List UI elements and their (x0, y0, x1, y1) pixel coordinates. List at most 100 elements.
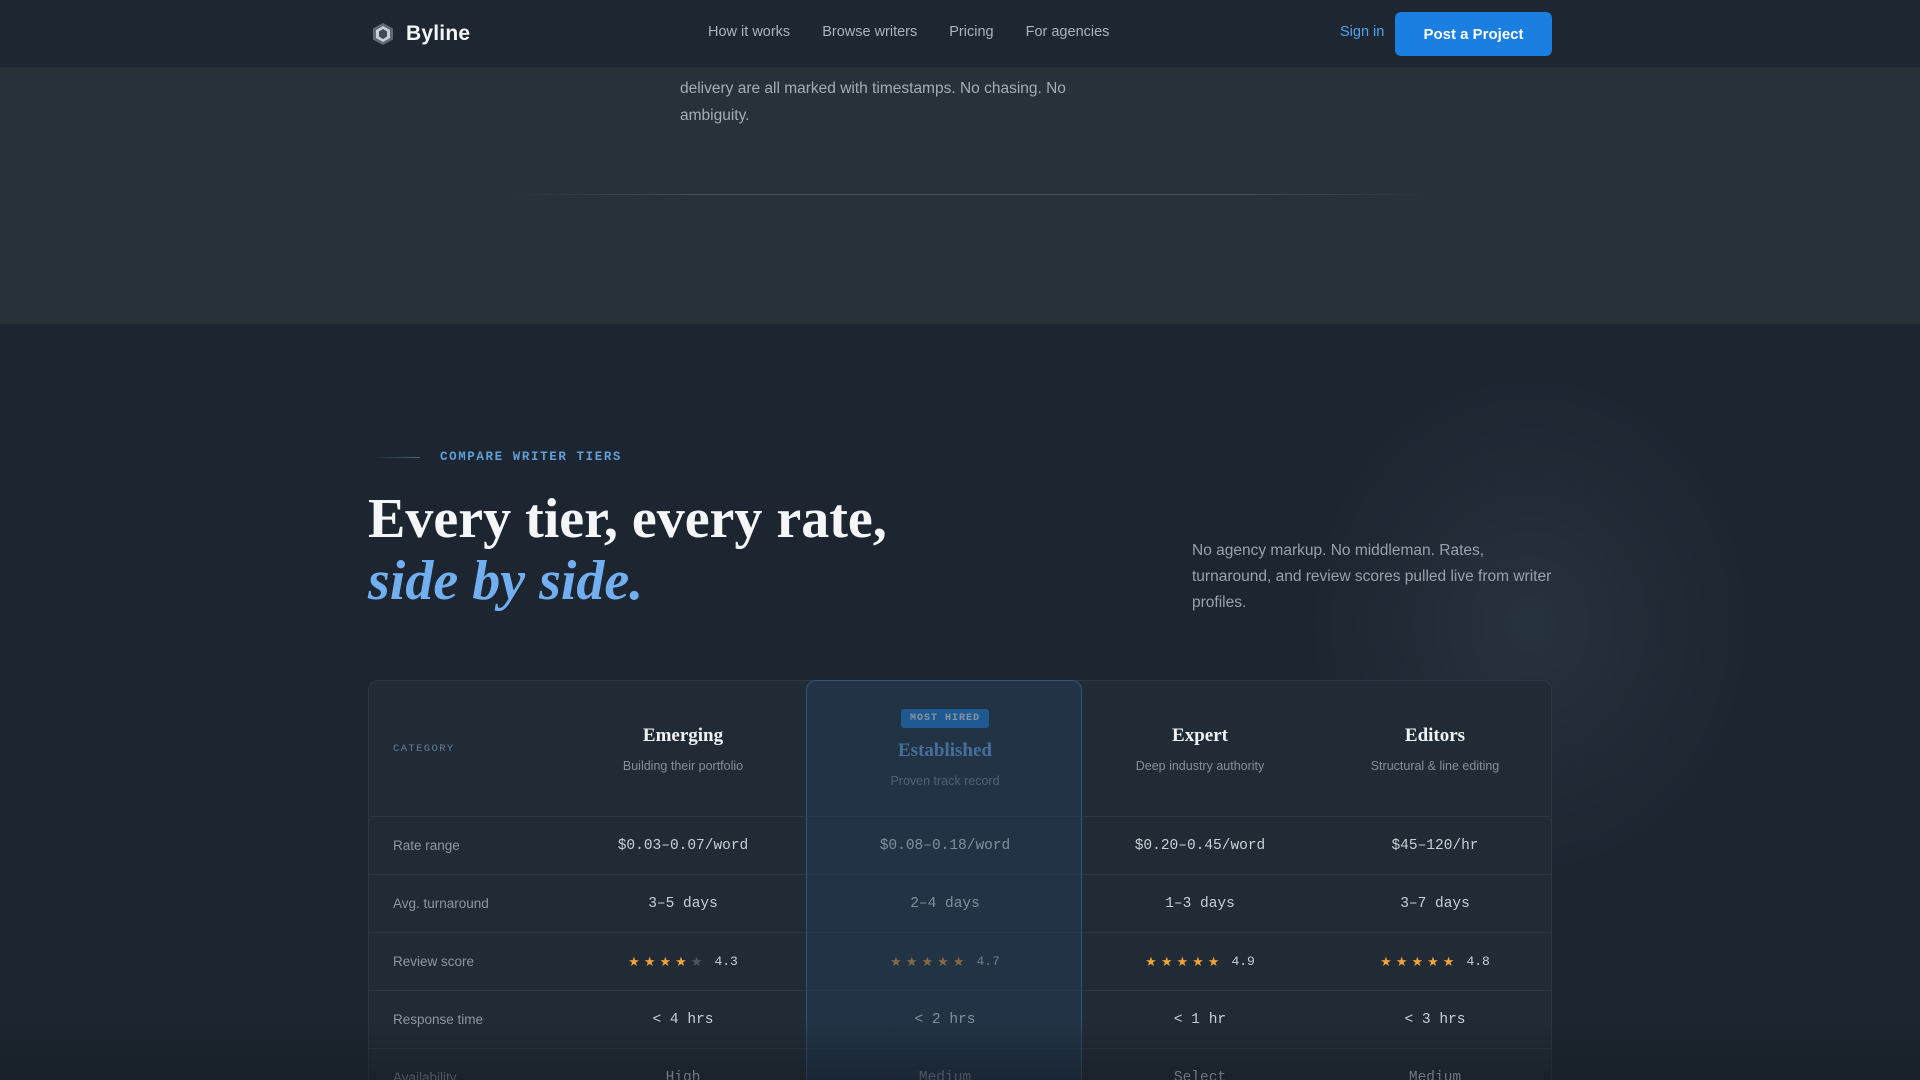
row-label-cell: Availability (369, 1049, 559, 1080)
row-label: Response time (393, 1012, 484, 1027)
star-empty-icon: ★ (690, 954, 703, 969)
star-rating: ★ ★ ★ ★ ★ 4.8 (1380, 954, 1490, 969)
eyebrow: COMPARE WRITER TIERS (372, 450, 622, 464)
brand-name: Byline (406, 22, 471, 45)
row-label: Rate range (393, 838, 460, 853)
tier-subtitle: Deep industry authority (1135, 758, 1265, 773)
table-cell: < 1 hr (1083, 991, 1317, 1048)
table-cell: $45–120/hr (1317, 817, 1551, 874)
table-header: CATEGORY Emerging Building their portfol… (369, 681, 1551, 817)
table-cell: < 2 hrs (807, 991, 1083, 1048)
table-cell: 3–7 days (1317, 875, 1551, 932)
row-label-cell: Avg. turnaround (369, 875, 559, 932)
row-label: Review score (393, 954, 475, 969)
table-cell: ★ ★ ★ ★ ★ 4.3 (559, 933, 807, 990)
star-filled-icon: ★ (1427, 954, 1439, 969)
star-rating: ★ ★ ★ ★ ★ 4.3 (628, 954, 738, 969)
cell-value: High (665, 1069, 701, 1080)
star-filled-icon: ★ (1395, 954, 1408, 969)
table-cell: 1–3 days (1083, 875, 1317, 932)
table-cell: High (559, 1049, 807, 1080)
star-rating: ★ ★ ★ ★ ★ 4.7 (890, 954, 1000, 969)
tier-header-expert: Expert Deep industry authority (1083, 681, 1317, 816)
sign-in-link[interactable]: Sign in (1340, 24, 1384, 40)
nav-link-browse-writers[interactable]: Browse writers (822, 24, 917, 40)
tier-name: Expert (1172, 724, 1228, 746)
table-cell: ★ ★ ★ ★ ★ 4.8 (1317, 933, 1551, 990)
tier-header-editors: Editors Structural & line editing (1317, 681, 1551, 816)
table-cell: 2–4 days (807, 875, 1083, 932)
table-cell: $0.03–0.07/word (559, 817, 807, 874)
eyebrow-line (372, 456, 420, 458)
tier-header-emerging: Emerging Building their portfolio (559, 681, 807, 816)
side-note: No agency markup. No middleman. Rates, t… (1192, 542, 1552, 611)
nav-link-for-agencies[interactable]: For agencies (1026, 24, 1110, 40)
headline-line-1: Every tier, every rate, (368, 488, 887, 550)
table-cell: 3–5 days (559, 875, 807, 932)
star-filled-icon: ★ (921, 954, 934, 969)
star-filled-icon: ★ (643, 954, 656, 969)
tier-name: Editors (1404, 724, 1466, 746)
cell-value: 3–5 days (648, 895, 718, 912)
section-headline: Every tier, every rate, side by side. (368, 488, 887, 612)
cell-value: < 2 hrs (914, 1011, 976, 1028)
star-filled-icon: ★ (1176, 954, 1189, 969)
headline-line-2: side by side. (368, 550, 644, 612)
star-filled-icon: ★ (1145, 954, 1157, 969)
star-filled-icon: ★ (628, 954, 640, 969)
star-filled-icon: ★ (952, 954, 965, 969)
tier-subtitle: Building their portfolio (622, 758, 744, 773)
how-it-works-section: delivery are all marked with timestamps.… (0, 68, 1920, 324)
star-filled-icon: ★ (1207, 954, 1220, 969)
star-filled-icon: ★ (1380, 954, 1392, 969)
review-score: 4.9 (1231, 954, 1255, 969)
star-rating: ★ ★ ★ ★ ★ 4.9 (1145, 954, 1255, 969)
table-cell: ★ ★ ★ ★ ★ 4.9 (1083, 933, 1317, 990)
section-paragraph: delivery are all marked with timestamps.… (680, 80, 1066, 124)
cell-value: $0.08–0.18/word (879, 837, 1011, 854)
table-row: Rate range $0.03–0.07/word $0.08–0.18/word… (369, 817, 1551, 875)
tier-subtitle: Proven track record (890, 774, 1000, 788)
cell-value: Medium (1408, 1069, 1462, 1080)
most-hired-badge: MOST HIRED (900, 709, 989, 728)
review-score: 4.3 (714, 954, 738, 969)
cell-value: $0.03–0.07/word (617, 837, 749, 854)
star-filled-icon: ★ (1442, 954, 1455, 969)
cell-value: 1–3 days (1165, 895, 1235, 912)
row-label-cell: Response time (369, 991, 559, 1048)
row-label: Avg. turnaround (393, 896, 489, 911)
tier-name: Emerging (642, 724, 724, 746)
row-label-cell: Review score (369, 933, 559, 990)
nav-link-how-it-works[interactable]: How it works (708, 24, 790, 40)
cell-value: < 4 hrs (652, 1011, 714, 1028)
row-label: Availability (393, 1070, 457, 1080)
table-cell: Medium (807, 1049, 1083, 1080)
cell-value: 3–7 days (1400, 895, 1470, 912)
table-cell: < 4 hrs (559, 991, 807, 1048)
star-filled-icon: ★ (890, 954, 902, 969)
table-cell: Select (1083, 1049, 1317, 1080)
row-label-cell: Rate range (369, 817, 559, 874)
cell-value: Medium (918, 1069, 972, 1080)
hexagon-badge-icon (373, 23, 393, 45)
star-filled-icon: ★ (1160, 954, 1173, 969)
table-cell: ★ ★ ★ ★ ★ 4.7 (807, 933, 1083, 990)
table-cell: < 3 hrs (1317, 991, 1551, 1048)
tier-header-established: MOST HIRED Established Proven track reco… (807, 681, 1083, 816)
tier-comparison-table: CATEGORY Emerging Building their portfol… (368, 680, 1552, 1080)
table-cell: $0.20–0.45/word (1083, 817, 1317, 874)
eyebrow-text: COMPARE WRITER TIERS (440, 450, 623, 464)
brand[interactable]: Byline (372, 20, 470, 48)
star-filled-icon: ★ (937, 954, 949, 969)
table-row: Review score ★ ★ ★ ★ ★ 4.3 ★ ★ ★ ★ ★ 4.7 ★ ★ ★ ★ ★ 4.9 ★ ★ ★ ★… (369, 933, 1551, 991)
table-cell: $0.08–0.18/word (807, 817, 1083, 874)
nav-links: How it works Browse writers Pricing For … (708, 24, 1109, 40)
star-filled-icon: ★ (1192, 954, 1204, 969)
review-score: 4.8 (1466, 954, 1490, 969)
post-project-button[interactable]: Post a Project (1395, 12, 1552, 56)
cell-value: < 3 hrs (1404, 1011, 1466, 1028)
section-divider (510, 194, 1430, 195)
category-label: CATEGORY (393, 742, 455, 755)
nav-link-pricing[interactable]: Pricing (949, 24, 993, 40)
table-row: Avg. turnaround 3–5 days 2–4 days 1–3 days 3… (369, 875, 1551, 933)
